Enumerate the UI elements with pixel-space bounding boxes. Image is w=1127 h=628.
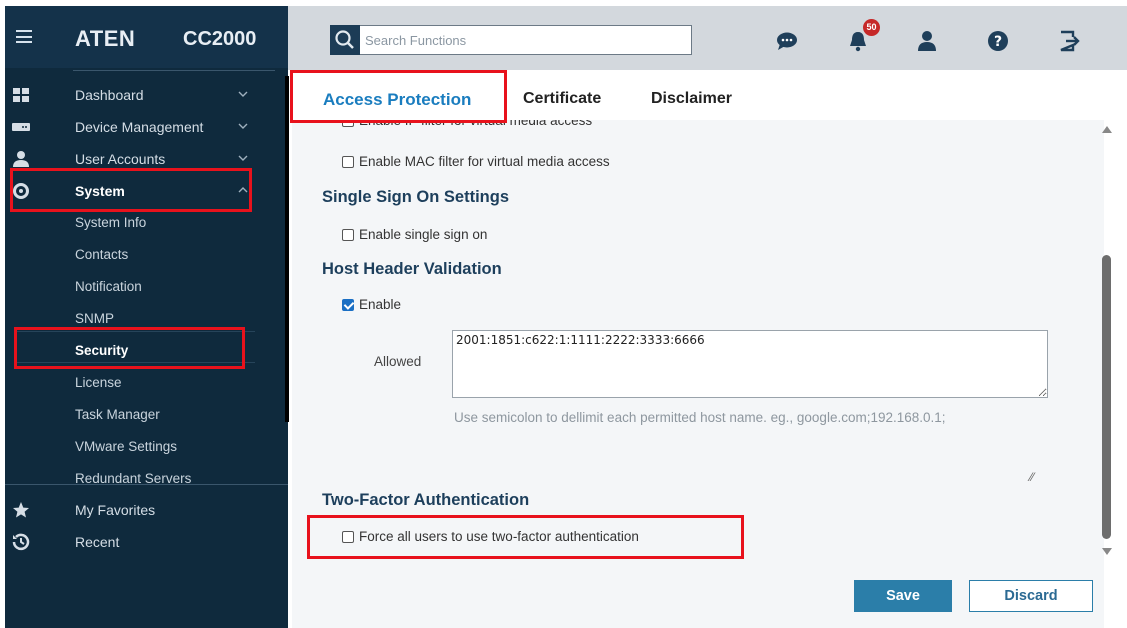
sidebar-subitem-notification[interactable]: Notification xyxy=(75,279,142,294)
annotation-box-access-protection xyxy=(290,70,507,123)
sidebar-header: ATEN CC2000 xyxy=(5,6,288,68)
allowed-hosts-textarea[interactable]: 2001:1851:c622:1:1111:2222:3333:6666 xyxy=(452,330,1048,398)
device-icon xyxy=(12,123,30,131)
sidebar-subitem-license[interactable]: License xyxy=(75,375,122,390)
help-icon[interactable]: ? xyxy=(987,30,1009,52)
chevron-down-icon xyxy=(238,123,248,129)
sidebar-item-label: Device Management xyxy=(75,119,204,135)
mac-filter-option[interactable]: Enable MAC filter for virtual media acce… xyxy=(342,154,610,169)
search-button[interactable] xyxy=(330,25,360,55)
sidebar-subitem-task-manager[interactable]: Task Manager xyxy=(75,407,160,422)
sidebar-subitem-system-info[interactable]: System Info xyxy=(75,215,146,230)
sidebar-item-label: Recent xyxy=(75,534,120,550)
discard-button[interactable]: Discard xyxy=(969,580,1093,612)
scrollbar-thumb[interactable] xyxy=(1102,255,1111,539)
sidebar-divider xyxy=(73,70,275,71)
tab-disclaimer[interactable]: Disclaimer xyxy=(651,90,732,108)
history-icon xyxy=(12,533,30,551)
sidebar-subitem-contacts[interactable]: Contacts xyxy=(75,247,128,262)
sidebar-separator xyxy=(5,484,288,485)
tab-certificate[interactable]: Certificate xyxy=(523,90,601,108)
allowed-hint: Use semicolon to dellimit each permitted… xyxy=(454,410,946,425)
chat-icon[interactable] xyxy=(776,30,798,52)
sidebar-item-label: My Favorites xyxy=(75,502,156,518)
sidebar-item-recent[interactable]: Recent xyxy=(5,527,255,557)
hamburger-menu-icon[interactable] xyxy=(16,30,32,43)
top-bar: 50 ? xyxy=(288,6,1127,70)
host-header-enable-label: Enable xyxy=(359,297,402,312)
notification-badge: 50 xyxy=(863,19,880,36)
dashboard-icon xyxy=(13,88,29,102)
sidebar-item-my-favorites[interactable]: My Favorites xyxy=(5,495,255,525)
search-box[interactable] xyxy=(330,25,692,55)
sidebar-subitem-vmware-settings[interactable]: VMware Settings xyxy=(75,439,177,454)
search-input[interactable] xyxy=(365,30,685,50)
search-icon xyxy=(335,30,354,49)
sidebar-subitem-snmp[interactable]: SNMP xyxy=(75,311,114,326)
host-header-enable-checkbox[interactable] xyxy=(342,298,354,311)
resize-handle-icon[interactable]: ⁄⁄ xyxy=(1030,470,1034,484)
sidebar-item-label: Dashboard xyxy=(75,87,144,103)
mac-filter-checkbox[interactable] xyxy=(342,155,354,168)
svg-text:?: ? xyxy=(994,34,1002,50)
host-header-section-title: Host Header Validation xyxy=(322,260,502,278)
chevron-down-icon xyxy=(238,91,248,97)
brand-logo: ATEN xyxy=(75,26,136,51)
user-accounts-icon xyxy=(13,151,29,167)
sidebar-item-label: User Accounts xyxy=(75,151,166,167)
sidebar-item-device-management[interactable]: Device Management xyxy=(5,112,255,142)
annotation-box-two-factor xyxy=(307,515,744,559)
tfa-section-title: Two-Factor Authentication xyxy=(322,491,530,509)
star-icon xyxy=(13,502,29,518)
sso-section-title: Single Sign On Settings xyxy=(322,188,510,206)
scroll-down-arrow-icon[interactable] xyxy=(1102,548,1112,555)
product-name: CC2000 xyxy=(183,28,257,50)
save-button[interactable]: Save xyxy=(854,580,952,612)
annotation-box-system xyxy=(10,168,252,212)
scroll-up-arrow-icon[interactable] xyxy=(1102,126,1112,133)
chevron-down-icon xyxy=(238,155,248,161)
annotation-box-security xyxy=(14,327,245,369)
host-header-enable-option[interactable]: Enable xyxy=(342,297,401,312)
mac-filter-label: Enable MAC filter for virtual media acce… xyxy=(359,154,610,169)
logout-icon[interactable] xyxy=(1058,30,1080,52)
sso-option[interactable]: Enable single sign on xyxy=(342,227,487,242)
allowed-label: Allowed xyxy=(374,354,422,369)
sso-label: Enable single sign on xyxy=(359,227,488,242)
sidebar-scrollbar[interactable] xyxy=(285,76,289,422)
sidebar-item-dashboard[interactable]: Dashboard xyxy=(5,80,255,110)
sso-checkbox[interactable] xyxy=(342,228,354,241)
user-icon[interactable] xyxy=(916,30,938,52)
sidebar: ATEN CC2000 Dashboard Device Management … xyxy=(5,6,289,628)
